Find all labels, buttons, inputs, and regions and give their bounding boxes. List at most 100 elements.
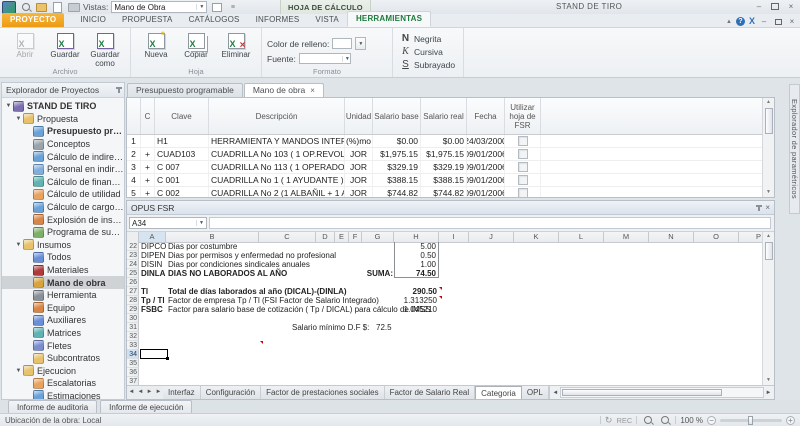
- minimize-document-button[interactable]: –: [759, 17, 769, 26]
- pin-icon[interactable]: [118, 87, 120, 93]
- grid-column-header-salario-base[interactable]: Salario base: [373, 98, 421, 134]
- minimize-ribbon-icon[interactable]: ▲: [726, 19, 732, 25]
- grid-cell-unidad[interactable]: JOR: [345, 187, 373, 198]
- ribbon-tab-vista[interactable]: VISTA: [307, 13, 347, 27]
- tree-item-herramienta[interactable]: Herramienta: [2, 289, 124, 302]
- grid-cell-fecha[interactable]: 09/01/2006: [467, 187, 505, 198]
- restore-document-button[interactable]: [773, 17, 783, 26]
- grid-column-header-c[interactable]: C: [141, 98, 155, 134]
- sheet-column-header-e[interactable]: E: [335, 232, 349, 242]
- sheet-row[interactable]: 23DIPENDias por permisos y enfermedad no…: [127, 251, 762, 260]
- ribbon-tab-propuesta[interactable]: PROPUESTA: [114, 13, 181, 27]
- checkbox-unchecked-icon[interactable]: [518, 188, 528, 198]
- expander-icon[interactable]: ▼: [14, 368, 23, 374]
- sheet-column-header-d[interactable]: D: [316, 232, 335, 242]
- zoom-page-button[interactable]: [641, 415, 654, 426]
- zoom-button[interactable]: [658, 415, 671, 426]
- ribbon-tab-informes[interactable]: INFORMES: [248, 13, 308, 27]
- zoom-slider[interactable]: [720, 419, 782, 422]
- sheet-cell-h24[interactable]: 1.00: [394, 260, 439, 269]
- sheet-column-header-b[interactable]: B: [166, 232, 259, 242]
- ribbon-tab-herramientas[interactable]: HERRAMIENTAS: [347, 11, 431, 27]
- grid-cell-num[interactable]: 5: [127, 187, 141, 198]
- sheet-row[interactable]: 22DIPCODias por costumbre5.00: [127, 242, 762, 251]
- sheet-cell-h22[interactable]: 5.00: [394, 242, 439, 251]
- grid-cell-num[interactable]: 3: [127, 161, 141, 173]
- sheet-cell-b29[interactable]: Factor para salario base de cotización (…: [168, 305, 431, 314]
- grid-cell-real[interactable]: $329.19: [421, 161, 467, 173]
- grid-column-header-salario-real[interactable]: Salario real: [421, 98, 467, 134]
- sheet-column-header-f[interactable]: F: [349, 232, 362, 242]
- sheet-cell-b23[interactable]: Dias por permisos y enfermedad no profes…: [168, 251, 336, 260]
- grid-cell-num[interactable]: 2: [127, 148, 141, 160]
- document-tab-mano-de-obra[interactable]: Mano de obra×: [244, 83, 324, 97]
- tree-item-conceptos[interactable]: Conceptos: [2, 138, 124, 151]
- sheet-cell-a25[interactable]: DINLA: [141, 269, 167, 278]
- sheet-tab-configuraci-n[interactable]: Configuración: [201, 386, 261, 399]
- checkbox-unchecked-icon[interactable]: [518, 175, 528, 185]
- zoom-slider-thumb[interactable]: [748, 416, 753, 425]
- grid-cell-c[interactable]: [141, 135, 155, 147]
- style-button-cursiva[interactable]: KCursiva: [398, 45, 458, 58]
- sheet-cell-b28[interactable]: Factor de empresa Tp / Tl (FSI Factor de…: [168, 296, 379, 305]
- tree-item-subcontratos[interactable]: Subcontratos: [2, 352, 124, 365]
- sheet-cell-h23[interactable]: 0.50: [394, 251, 439, 260]
- sheet-cell-a22[interactable]: DIPCO: [141, 242, 167, 251]
- scroll-down-icon[interactable]: ▼: [766, 188, 771, 197]
- sheet-row[interactable]: 35: [127, 359, 762, 368]
- grid-cell-fsr[interactable]: [505, 135, 541, 147]
- sheet-row-header-28[interactable]: 28: [127, 296, 139, 305]
- tree-item-auxiliares[interactable]: Auxiliares: [2, 314, 124, 327]
- tree-item-materiales[interactable]: Materiales: [2, 264, 124, 277]
- fill-color-swatch[interactable]: [332, 38, 352, 49]
- sheet-row-header-31[interactable]: 31: [127, 323, 139, 332]
- restore-window-button[interactable]: [769, 1, 781, 11]
- refresh-icon[interactable]: ↻: [605, 416, 613, 425]
- scroll-down-icon[interactable]: ▼: [766, 376, 771, 385]
- grid-cell-unidad[interactable]: JOR: [345, 161, 373, 173]
- grid-cell-desc[interactable]: CUADRILLA No 1 ( 1 AYUDANTE ): [209, 174, 345, 186]
- sheet-row-header-36[interactable]: 36: [127, 368, 139, 377]
- grid-row[interactable]: 4+C 001CUADRILLA No 1 ( 1 AYUDANTE )JOR$…: [127, 174, 764, 187]
- sheet-row-header-33[interactable]: 33: [127, 341, 139, 350]
- sheet-cell-b24[interactable]: Dias por condiciones sindicales anuales: [168, 260, 310, 269]
- grid-cell-c[interactable]: +: [141, 187, 155, 198]
- help-icon[interactable]: ?: [736, 17, 745, 26]
- grid-cell-c[interactable]: +: [141, 174, 155, 186]
- close-panel-icon[interactable]: ×: [765, 203, 770, 212]
- sheet-row-header-32[interactable]: 32: [127, 332, 139, 341]
- chevron-down-icon[interactable]: ▼: [342, 56, 350, 62]
- tree-item-programa-de-suminist[interactable]: Programa de suminist...: [2, 226, 124, 239]
- grid-cell-clave[interactable]: C 007: [155, 161, 209, 173]
- sheet-cell-a24[interactable]: DISIN: [141, 260, 167, 269]
- tree-item-todos[interactable]: Todos: [2, 251, 124, 264]
- sheet-tab-opl[interactable]: OPL: [522, 386, 549, 399]
- sheet-row[interactable]: 24DISINDias por condiciones sindicales a…: [127, 260, 762, 269]
- sheet-row-header-27[interactable]: 27: [127, 287, 139, 296]
- checkbox-unchecked-icon[interactable]: [518, 136, 528, 146]
- grid-cell-fecha[interactable]: 09/01/2006: [467, 174, 505, 186]
- grid-cell-c[interactable]: +: [141, 148, 155, 160]
- grid-cell-real[interactable]: $744.82: [421, 187, 467, 198]
- grid-cell-real[interactable]: $1,975.15: [421, 148, 467, 160]
- ribbon-tab-cat-logos[interactable]: CATÁLOGOS: [181, 13, 248, 27]
- grid-column-header-clave[interactable]: Clave: [155, 98, 209, 134]
- grid-cell-c[interactable]: +: [141, 161, 155, 173]
- grid-cell-desc[interactable]: CUADRILLA No 103 ( 1 OP.REVOLVEDORA + 5: [209, 148, 345, 160]
- expander-icon[interactable]: ▼: [4, 103, 13, 109]
- eliminar-button[interactable]: Eliminar: [216, 30, 256, 60]
- grid-cell-unidad[interactable]: (%)mo: [345, 135, 373, 147]
- scroll-left-icon[interactable]: ◄: [551, 390, 560, 396]
- tree-item-presupuesto-progr[interactable]: Presupuesto progr...: [2, 125, 124, 138]
- copiar-button[interactable]: Copiar: [176, 30, 216, 60]
- grid-cell-clave[interactable]: C 002: [155, 187, 209, 198]
- tree-item-estimaciones[interactable]: Estimaciones: [2, 390, 124, 399]
- sheet-column-header-o[interactable]: O: [694, 232, 739, 242]
- ribbon-tab-proyecto[interactable]: PROYECTO: [2, 13, 64, 27]
- tree-item-fletes[interactable]: Fletes: [2, 339, 124, 352]
- sheet-column-header-k[interactable]: K: [514, 232, 559, 242]
- sheet-column-header-n[interactable]: N: [649, 232, 694, 242]
- cell-name-box[interactable]: A34▼: [129, 217, 207, 229]
- tree-item-c-lculo-de-financiami[interactable]: Cálculo de financiami...: [2, 176, 124, 189]
- grid-cell-fecha[interactable]: 09/01/2006: [467, 148, 505, 160]
